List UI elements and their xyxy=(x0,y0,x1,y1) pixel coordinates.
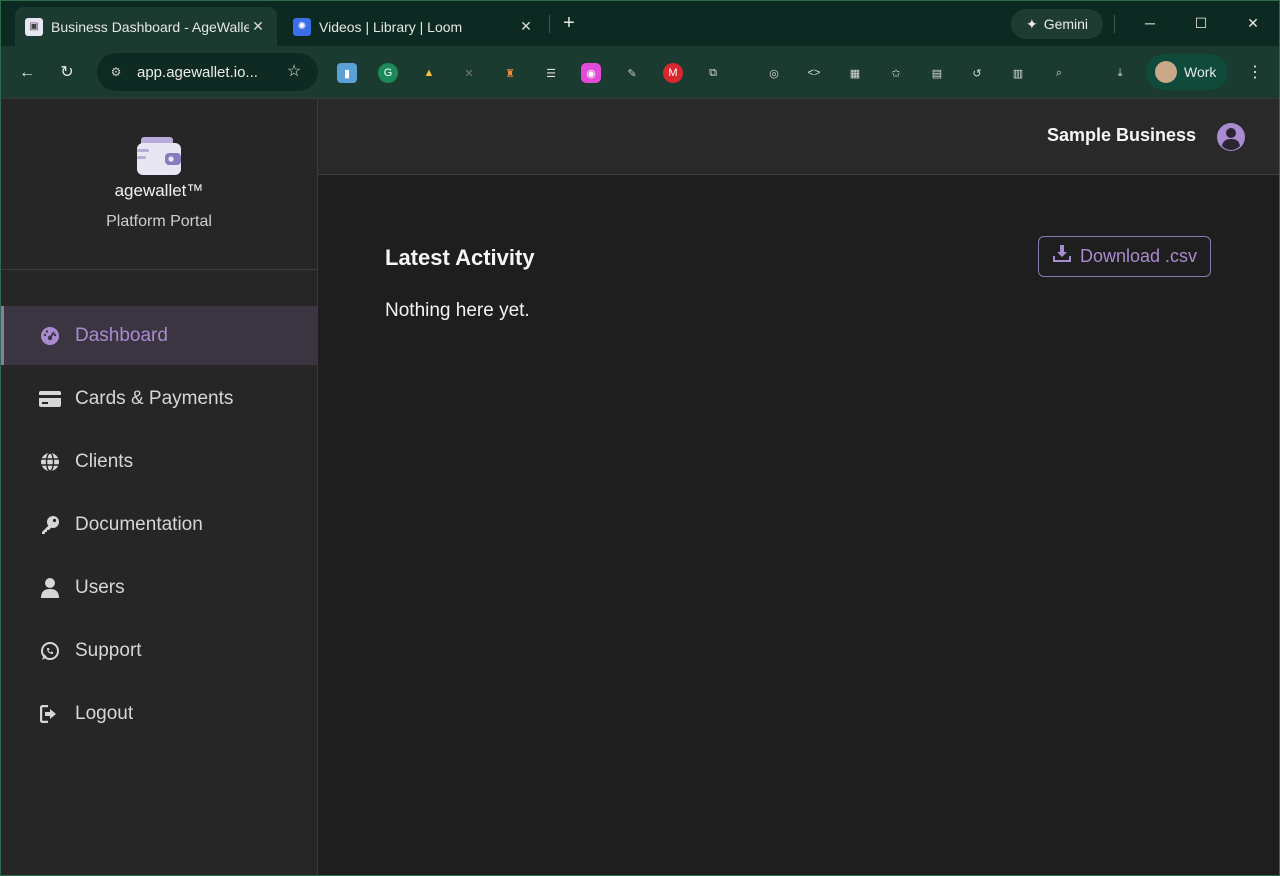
brand-name: agewallet™ xyxy=(114,181,204,200)
gemini-sparkle-icon: ✦ xyxy=(1025,15,1038,32)
sidebar-item-cards-payments[interactable]: Cards & Payments xyxy=(1,369,317,428)
credit-card-icon xyxy=(39,388,61,410)
chess-piece-icon[interactable]: ♜ xyxy=(500,63,520,83)
mega-icon[interactable]: M xyxy=(663,63,683,83)
maximize-icon[interactable]: ☐ xyxy=(1189,11,1213,35)
user-icon xyxy=(39,577,61,599)
sidebar-item-label: Cards & Payments xyxy=(75,387,234,409)
incognito-icon[interactable]: ◎ xyxy=(764,63,784,83)
code-icon[interactable]: <> xyxy=(804,63,824,83)
sidebar-item-documentation[interactable]: Documentation xyxy=(1,495,317,554)
color-picker-icon[interactable]: ◉ xyxy=(581,63,601,83)
reader-mode-icon[interactable]: ▥ xyxy=(1008,63,1028,83)
sidebar: agewallet™ Platform Portal Dashboard Car… xyxy=(1,99,318,875)
browser-window: ▣ Business Dashboard - AgeWallet ✕ ✺ Vid… xyxy=(0,0,1280,876)
star-list-icon[interactable]: ✩ xyxy=(886,63,906,83)
disabled-extension-icon[interactable]: ✕ xyxy=(459,63,479,83)
sidebar-item-clients[interactable]: Clients xyxy=(1,432,317,491)
layout-icon[interactable]: ▦ xyxy=(845,63,865,83)
back-arrow-icon[interactable]: ← xyxy=(14,60,40,86)
brand-subtitle: Platform Portal xyxy=(106,213,212,230)
sidebar-item-label: Users xyxy=(75,576,125,598)
sidebar-item-label: Logout xyxy=(75,702,134,724)
tab-title: Videos | Library | Loom xyxy=(319,18,463,35)
page-title: Latest Activity xyxy=(385,245,535,270)
tab-agewallet[interactable]: ▣ Business Dashboard - AgeWallet ✕ xyxy=(15,7,277,46)
close-tab-icon[interactable]: ✕ xyxy=(249,18,267,36)
url-text: app.agewallet.io... xyxy=(137,63,258,81)
sidebar-item-support[interactable]: Support xyxy=(1,621,317,680)
agewallet-logo xyxy=(135,135,183,177)
google-drive-icon[interactable]: ▲ xyxy=(419,63,439,83)
bookmark-star-icon[interactable]: ☆ xyxy=(284,62,304,82)
history-icon[interactable]: ↺ xyxy=(967,63,987,83)
profile-avatar xyxy=(1155,61,1177,83)
site-settings-icon[interactable]: ⚙ xyxy=(107,63,125,81)
dashboard-gauge-icon xyxy=(39,325,61,347)
grammarly-icon[interactable]: G xyxy=(378,63,398,83)
eyedropper-icon[interactable]: ✎ xyxy=(622,63,642,83)
whatsapp-icon xyxy=(39,640,61,662)
tab-divider xyxy=(549,15,550,33)
top-bar: Sample Business xyxy=(318,99,1279,175)
close-tab-icon[interactable]: ✕ xyxy=(517,18,535,36)
tab-loom[interactable]: ✺ Videos | Library | Loom ✕ xyxy=(283,7,545,46)
list-icon[interactable]: ☰ xyxy=(541,63,561,83)
sidebar-item-logout[interactable]: Logout xyxy=(1,684,317,743)
empty-state-message: Nothing here yet. xyxy=(385,300,530,321)
download-icon[interactable]: ⤓ xyxy=(1110,63,1130,83)
browser-toolbar: ← ↻ ⚙ app.agewallet.io... ☆ ▮ G ▲ ✕ ♜ ☰ … xyxy=(1,46,1279,99)
download-csv-label: Download .csv xyxy=(1079,246,1198,266)
sidebar-item-label: Support xyxy=(75,639,142,661)
reload-icon[interactable]: ↻ xyxy=(54,60,80,86)
download-csv-button[interactable]: Download .csv xyxy=(1038,236,1211,277)
brand-block: agewallet™ Platform Portal xyxy=(1,99,317,270)
window-controls-divider xyxy=(1114,15,1115,33)
sidebar-item-label: Clients xyxy=(75,450,134,472)
tab-title: Business Dashboard - AgeWallet xyxy=(51,18,249,35)
profile-label: Work xyxy=(1184,64,1217,80)
close-window-icon[interactable]: ✕ xyxy=(1241,11,1265,35)
page-content: agewallet™ Platform Portal Dashboard Car… xyxy=(1,99,1279,875)
business-name: Sample Business xyxy=(1046,125,1196,145)
download-icon xyxy=(1052,245,1072,268)
agewallet-favicon-icon: ▣ xyxy=(25,17,43,36)
address-bar[interactable]: ⚙ app.agewallet.io... ☆ xyxy=(97,53,318,91)
logout-icon xyxy=(39,703,61,725)
sidebar-nav: Dashboard Cards & Payments Clients Docum… xyxy=(1,306,317,747)
new-tab-button[interactable]: + xyxy=(557,11,581,35)
gemini-button[interactable]: ✦ Gemini xyxy=(1011,9,1103,39)
profile-button[interactable]: Work xyxy=(1146,54,1228,90)
gemini-label: Gemini xyxy=(1043,16,1089,32)
menu-kebab-icon[interactable]: ⋮ xyxy=(1242,60,1268,86)
sidebar-item-label: Documentation xyxy=(75,513,203,535)
extension-book-icon[interactable]: ▮ xyxy=(337,63,357,83)
user-avatar-icon[interactable] xyxy=(1216,122,1246,152)
tab-strip: ▣ Business Dashboard - AgeWallet ✕ ✺ Vid… xyxy=(1,1,1279,46)
main-content: Sample Business Latest Activity Download… xyxy=(318,99,1279,875)
sidebar-item-dashboard[interactable]: Dashboard xyxy=(1,306,317,365)
loom-favicon-icon: ✺ xyxy=(293,17,311,36)
key-icon xyxy=(39,514,61,536)
sidebar-item-label: Dashboard xyxy=(75,324,168,346)
reading-list-icon[interactable]: ▤ xyxy=(927,63,947,83)
globe-icon xyxy=(39,451,61,473)
search-tab-icon[interactable]: ⌕ xyxy=(1049,63,1069,83)
sidebar-item-users[interactable]: Users xyxy=(1,558,317,617)
extensions-puzzle-icon[interactable]: ⧉ xyxy=(703,63,723,83)
minimize-icon[interactable]: ─ xyxy=(1138,11,1162,35)
